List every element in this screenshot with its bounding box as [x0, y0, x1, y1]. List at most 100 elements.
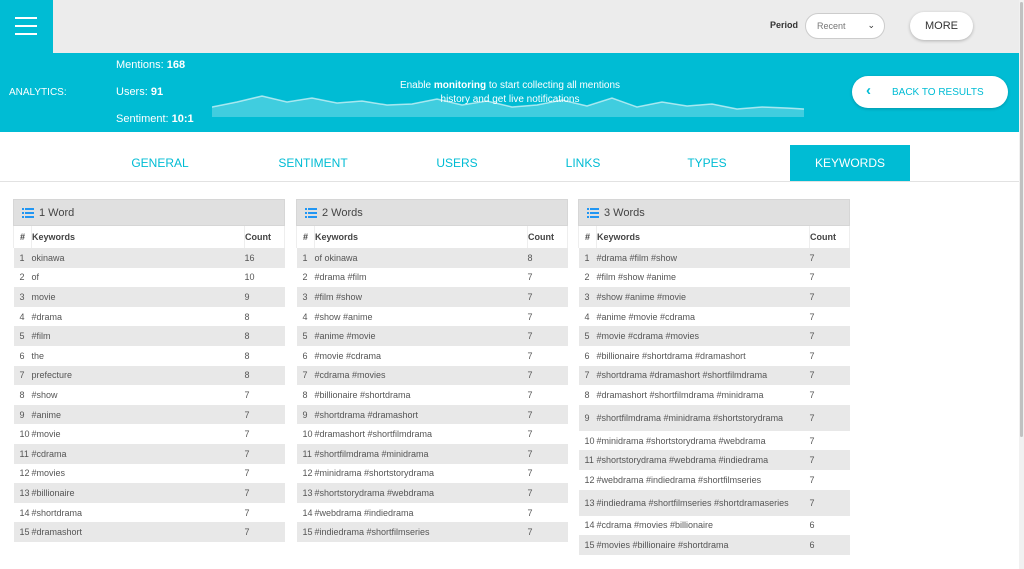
row-keyword: the [31, 345, 245, 366]
row-rank: 14 [13, 502, 32, 523]
keywords-table: # Keywords Count 1 #drama #film #show 7 2 #f… [578, 226, 850, 555]
row-keyword: #webdrama #indiedrama [314, 502, 528, 523]
row-count: 7 [527, 267, 568, 288]
row-count: 8 [244, 306, 285, 327]
analytics-label: ANALYTICS: [9, 87, 67, 98]
back-to-results-label: BACK TO RESULTS [892, 87, 984, 98]
table-row: 12 #movies 7 [13, 463, 285, 484]
row-count: 7 [244, 385, 285, 405]
table-row: 1 of okinawa 8 [296, 248, 568, 268]
table-header-row: # Keywords Count [296, 226, 568, 248]
row-rank: 4 [296, 306, 315, 327]
tab-links[interactable]: LINKS [523, 145, 643, 181]
row-rank: 1 [578, 248, 597, 268]
row-keyword: #movie #cdrama #movies [596, 326, 810, 346]
table-row: 8 #show 7 [13, 385, 285, 405]
row-rank: 12 [13, 463, 32, 484]
table-row: 14 #webdrama #indiedrama 7 [296, 502, 568, 523]
chevron-down-icon: ⌄ [867, 20, 875, 30]
row-keyword: #webdrama #indiedrama #shortfilmseries [596, 469, 810, 490]
row-count: 7 [527, 522, 568, 542]
table-body: 1 of okinawa 8 2 #drama #film 7 3 #film #show 7 4… [296, 248, 568, 542]
table-row: 10 #dramashort #shortfilmdrama 7 [296, 424, 568, 444]
row-count: 7 [527, 385, 568, 405]
row-rank: 11 [296, 443, 315, 464]
row-rank: 8 [296, 385, 315, 405]
row-count: 7 [527, 287, 568, 307]
row-count: 7 [809, 248, 850, 268]
keywords-panel-1-word: 1 Word # Keywords Count 1 okinawa 16 2 of 10 3… [13, 199, 285, 542]
scrollbar-thumb[interactable] [1020, 2, 1023, 437]
table-row: 6 #movie #cdrama 7 [296, 345, 568, 366]
row-keyword: #shortfilmdrama #minidrama #shortstorydr… [596, 404, 810, 431]
table-row: 3 #show #anime #movie 7 [578, 287, 850, 307]
monitoring-note: Enable monitoring to start collecting al… [395, 79, 625, 107]
row-count: 7 [809, 326, 850, 346]
table-row: 4 #drama 8 [13, 306, 285, 327]
table-body: 1 okinawa 16 2 of 10 3 movie 9 4 #drama 8 5 #film 8 6th… [13, 248, 285, 542]
tab-keywords[interactable]: KEYWORDS [790, 145, 910, 181]
row-keyword: #movie #cdrama [314, 345, 528, 366]
tab-types[interactable]: TYPES [647, 145, 767, 181]
row-rank: 12 [578, 469, 597, 490]
keywords-table: # Keywords Count 1 of okinawa 8 2 #drama #fi… [296, 226, 568, 542]
back-to-results-button[interactable]: ‹ BACK TO RESULTS [852, 76, 1008, 108]
table-row: 9 #shortfilmdrama #minidrama #shortstoryd… [578, 404, 850, 431]
row-count: 10 [244, 267, 285, 288]
row-rank: 10 [578, 430, 597, 451]
tab-general[interactable]: GENERAL [100, 145, 220, 181]
tab-sentiment[interactable]: SENTIMENT [253, 145, 373, 181]
monitoring-link[interactable]: monitoring [434, 80, 486, 91]
row-count: 7 [527, 502, 568, 523]
row-keyword: #dramashort [31, 522, 245, 542]
row-keyword: #film #show #anime [596, 267, 810, 288]
menu-button[interactable] [0, 0, 53, 53]
row-keyword: #shortdrama #dramashort #shortfilmdrama [596, 365, 810, 386]
chevron-left-icon: ‹ [866, 82, 871, 99]
row-keyword: #anime #movie #cdrama [596, 306, 810, 327]
row-count: 8 [244, 345, 285, 366]
table-row: 15 #movies #billionaire #shortdrama 6 [578, 535, 850, 555]
monitoring-note-prefix: Enable [399, 80, 432, 91]
sentiment-value: 10:1 [171, 113, 194, 125]
row-rank: 10 [13, 424, 32, 444]
row-rank: 12 [296, 463, 315, 484]
panel-title: 2 Words [322, 207, 363, 219]
table-row: 6 the 8 [13, 345, 285, 366]
row-rank: 2 [578, 267, 597, 288]
row-keyword: #movies #billionaire #shortdrama [596, 535, 810, 555]
row-rank: 2 [13, 267, 32, 288]
row-keyword: #minidrama #shortstorydrama [314, 463, 528, 484]
tab-users[interactable]: USERS [397, 145, 517, 181]
period-select[interactable]: Recent ⌄ [805, 13, 885, 39]
tab-bar: GENERAL SENTIMENT USERS LINKS TYPES KEYW… [0, 145, 1019, 182]
table-row: 5 #anime #movie 7 [296, 326, 568, 346]
hamburger-icon-line [15, 25, 37, 27]
mentions-label: Mentions: [116, 59, 164, 71]
table-body: 1 #drama #film #show 7 2 #film #show #anime 7… [578, 248, 850, 555]
col-header-count: Count [809, 226, 850, 248]
table-row: 5 #movie #cdrama #movies 7 [578, 326, 850, 346]
row-count: 7 [527, 483, 568, 503]
table-row: 13 #shortstorydrama #webdrama 7 [296, 483, 568, 503]
page-scrollbar[interactable] [1019, 0, 1024, 569]
row-count: 7 [809, 267, 850, 288]
row-count: 7 [809, 430, 850, 451]
mentions-stat: Mentions: 168 [116, 59, 185, 71]
row-count: 16 [244, 248, 285, 268]
table-row: 11 #cdrama 7 [13, 443, 285, 464]
col-header-count: Count [527, 226, 568, 248]
panel-title: 3 Words [604, 207, 645, 219]
row-rank: 15 [578, 535, 597, 555]
row-count: 7 [244, 463, 285, 484]
table-row: 4 #anime #movie #cdrama 7 [578, 306, 850, 327]
table-row: 8 #billionaire #shortdrama 7 [296, 385, 568, 405]
more-button[interactable]: MORE [910, 12, 973, 40]
row-rank: 6 [296, 345, 315, 366]
row-count: 7 [244, 404, 285, 425]
row-rank: 3 [13, 287, 32, 307]
sentiment-label: Sentiment: [116, 113, 169, 125]
panel-header: 3 Words [578, 199, 850, 226]
row-rank: 1 [13, 248, 32, 268]
row-keyword: okinawa [31, 248, 245, 268]
